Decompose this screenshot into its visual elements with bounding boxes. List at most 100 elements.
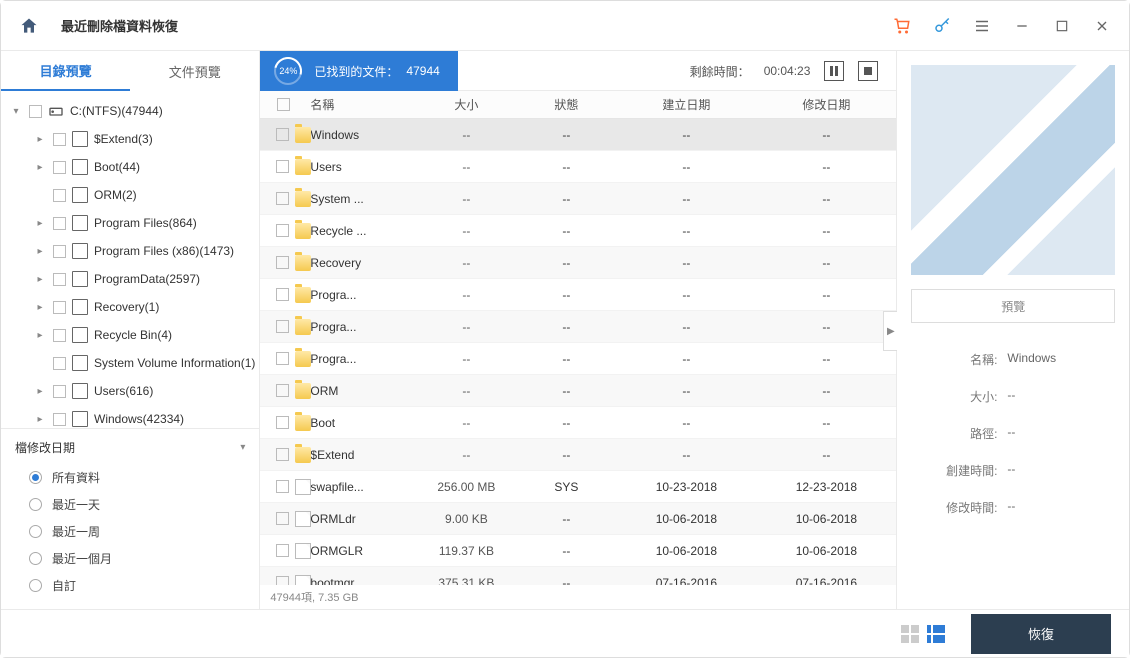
tree-item[interactable]: ▸Boot(44) [5,153,255,181]
stop-button[interactable] [858,61,878,81]
checkbox[interactable] [53,385,66,398]
checkbox[interactable] [53,133,66,146]
checkbox[interactable] [276,544,289,557]
tab-directory[interactable]: 目錄預覽 [1,51,130,91]
filter-option[interactable]: 所有資料 [15,464,245,491]
minimize-icon[interactable] [1013,17,1031,35]
select-all-checkbox[interactable] [277,98,290,111]
chevron-right-icon[interactable]: ▸ [33,386,47,397]
checkbox[interactable] [53,161,66,174]
preview-button[interactable]: 預覽 [911,289,1115,323]
checkbox[interactable] [53,301,66,314]
radio[interactable] [29,471,42,484]
list-view-icon[interactable] [927,625,945,643]
filter-option[interactable]: 最近一個月 [15,545,245,572]
table-row[interactable]: ORMLdr9.00 KB--10-06-201810-06-2018 [260,503,896,535]
table-row[interactable]: Windows-------- [260,119,896,151]
radio[interactable] [29,525,42,538]
tree-item[interactable]: ▸Recycle Bin(4) [5,321,255,349]
checkbox[interactable] [53,217,66,230]
checkbox[interactable] [276,416,289,429]
tree-root[interactable]: ▾C:(NTFS)(47944) [5,97,255,125]
close-icon[interactable] [1093,17,1111,35]
checkbox[interactable] [53,273,66,286]
col-created[interactable]: 建立日期 [616,96,756,113]
tree-item[interactable]: ▸ProgramData(2597) [5,265,255,293]
table-row[interactable]: $Extend-------- [260,439,896,471]
chevron-right-icon[interactable]: ▸ [33,414,47,425]
filter-option[interactable]: 最近一天 [15,491,245,518]
folder-icon [295,191,311,207]
table-row[interactable]: System ...-------- [260,183,896,215]
table-row[interactable]: ORM-------- [260,375,896,407]
checkbox[interactable] [276,576,289,585]
checkbox[interactable] [53,329,66,342]
checkbox[interactable] [276,448,289,461]
table-row[interactable]: Recovery-------- [260,247,896,279]
chevron-right-icon[interactable]: ▸ [33,330,47,341]
checkbox[interactable] [29,105,42,118]
folder-tree[interactable]: ▾C:(NTFS)(47944)▸$Extend(3)▸Boot(44)ORM(… [1,91,259,428]
filter-option[interactable]: 最近一周 [15,518,245,545]
pause-button[interactable] [824,61,844,81]
table-row[interactable]: Progra...-------- [260,343,896,375]
checkbox[interactable] [53,245,66,258]
filter-option[interactable]: 自訂 [15,572,245,599]
col-size[interactable]: 大小 [416,96,516,113]
checkbox[interactable] [276,160,289,173]
checkbox[interactable] [276,288,289,301]
checkbox[interactable] [276,192,289,205]
chevron-right-icon[interactable]: ▸ [33,274,47,285]
radio[interactable] [29,579,42,592]
chevron-down-icon[interactable]: ▾ [240,442,245,453]
tree-item[interactable]: ORM(2) [5,181,255,209]
chevron-right-icon[interactable]: ▸ [33,246,47,257]
expand-panel-icon[interactable]: ▶ [883,311,897,351]
table-row[interactable]: Recycle ...-------- [260,215,896,247]
tree-item[interactable]: ▸Users(616) [5,377,255,405]
checkbox[interactable] [53,357,66,370]
checkbox[interactable] [276,384,289,397]
radio[interactable] [29,552,42,565]
key-icon[interactable] [933,17,951,35]
maximize-icon[interactable] [1053,17,1071,35]
checkbox[interactable] [276,512,289,525]
tree-item[interactable]: ▸Recovery(1) [5,293,255,321]
col-name[interactable]: 名稱 [306,96,416,113]
chevron-right-icon[interactable]: ▸ [33,218,47,229]
checkbox[interactable] [276,256,289,269]
chevron-right-icon[interactable]: ▸ [33,302,47,313]
tree-item[interactable]: ▸Windows(42334) [5,405,255,428]
chevron-down-icon[interactable]: ▾ [9,106,23,117]
menu-icon[interactable] [973,17,991,35]
table-row[interactable]: Boot-------- [260,407,896,439]
home-icon[interactable] [19,16,39,36]
checkbox[interactable] [276,224,289,237]
table-row[interactable]: Progra...-------- [260,311,896,343]
table-row[interactable]: Users-------- [260,151,896,183]
chevron-right-icon[interactable]: ▸ [33,134,47,145]
grid-view-icon[interactable] [901,625,919,643]
tree-item[interactable]: ▸Program Files(864) [5,209,255,237]
col-status[interactable]: 狀態 [516,96,616,113]
col-modified[interactable]: 修改日期 [756,96,896,113]
table-row[interactable]: bootmgr375.31 KB--07-16-201607-16-2016 [260,567,896,585]
checkbox[interactable] [276,480,289,493]
tree-item[interactable]: System Volume Information(1) [5,349,255,377]
tab-file[interactable]: 文件預覽 [130,51,259,91]
tree-item[interactable]: ▸Program Files (x86)(1473) [5,237,255,265]
table-row[interactable]: ORMGLR119.37 KB--10-06-201810-06-2018 [260,535,896,567]
tree-item[interactable]: ▸$Extend(3) [5,125,255,153]
checkbox[interactable] [53,413,66,426]
file-table[interactable]: Windows--------Users--------System ...--… [260,119,896,585]
table-row[interactable]: Progra...-------- [260,279,896,311]
cart-icon[interactable] [893,17,911,35]
recover-button[interactable]: 恢復 [971,614,1111,654]
checkbox[interactable] [276,320,289,333]
chevron-right-icon[interactable]: ▸ [33,162,47,173]
radio[interactable] [29,498,42,511]
checkbox[interactable] [53,189,66,202]
table-row[interactable]: swapfile...256.00 MBSYS10-23-201812-23-2… [260,471,896,503]
checkbox[interactable] [276,128,289,141]
checkbox[interactable] [276,352,289,365]
